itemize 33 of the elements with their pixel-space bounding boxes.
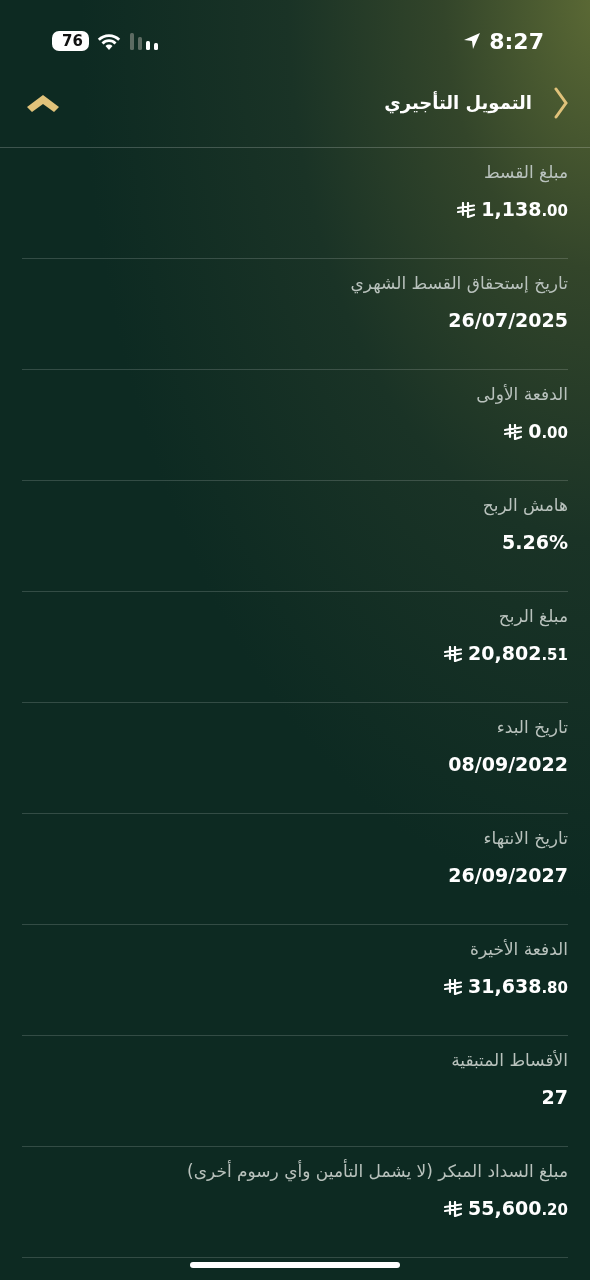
chevron-icon[interactable]	[554, 86, 568, 119]
field-label: هامش الربح	[481, 494, 568, 517]
riyal-icon	[444, 646, 463, 662]
field-label: تاريخ الانتهاء	[482, 827, 568, 850]
amount-value: 0.00	[528, 419, 568, 444]
riyal-icon	[504, 424, 523, 440]
location-arrow-icon	[463, 32, 482, 50]
clock-time: 8:27	[489, 28, 544, 54]
amount-value: 31,638.80	[468, 974, 568, 999]
field-label: الدفعة الأولى	[475, 383, 568, 406]
page-title: التمويل التأجيري	[384, 92, 532, 113]
field-label: تاريخ البدء	[495, 716, 568, 739]
collapse-caret-icon[interactable]	[26, 92, 60, 113]
riyal-icon	[444, 1201, 463, 1217]
signal-icon	[128, 32, 159, 50]
field-label: مبلغ الربح	[497, 605, 568, 628]
amount-value: 20,802.51	[468, 641, 568, 666]
field-label: تاريخ إستحقاق القسط الشهري	[349, 272, 568, 295]
riyal-icon	[444, 979, 463, 995]
field-value: 26/09/2027	[448, 863, 568, 888]
field-value: 08/09/2022	[448, 752, 568, 777]
wifi-icon	[96, 32, 121, 50]
field-value: 26/07/2025	[448, 308, 568, 333]
amount-value: 55,600.20	[468, 1196, 568, 1221]
field-value: 5.26%	[502, 530, 568, 555]
field-label: مبلغ القسط	[482, 161, 568, 184]
field-label: الدفعة الأخيرة	[469, 938, 568, 961]
amount-value: 1,138.00	[481, 197, 568, 222]
field-label: مبلغ السداد المبكر (لا يشمل التأمين وأي رسوم أخرى)	[186, 1159, 568, 1183]
field-label: الأقساط المتبقية	[450, 1049, 568, 1072]
field-value: 27	[541, 1085, 568, 1110]
riyal-icon	[457, 202, 476, 218]
battery-indicator: 76	[52, 31, 89, 51]
